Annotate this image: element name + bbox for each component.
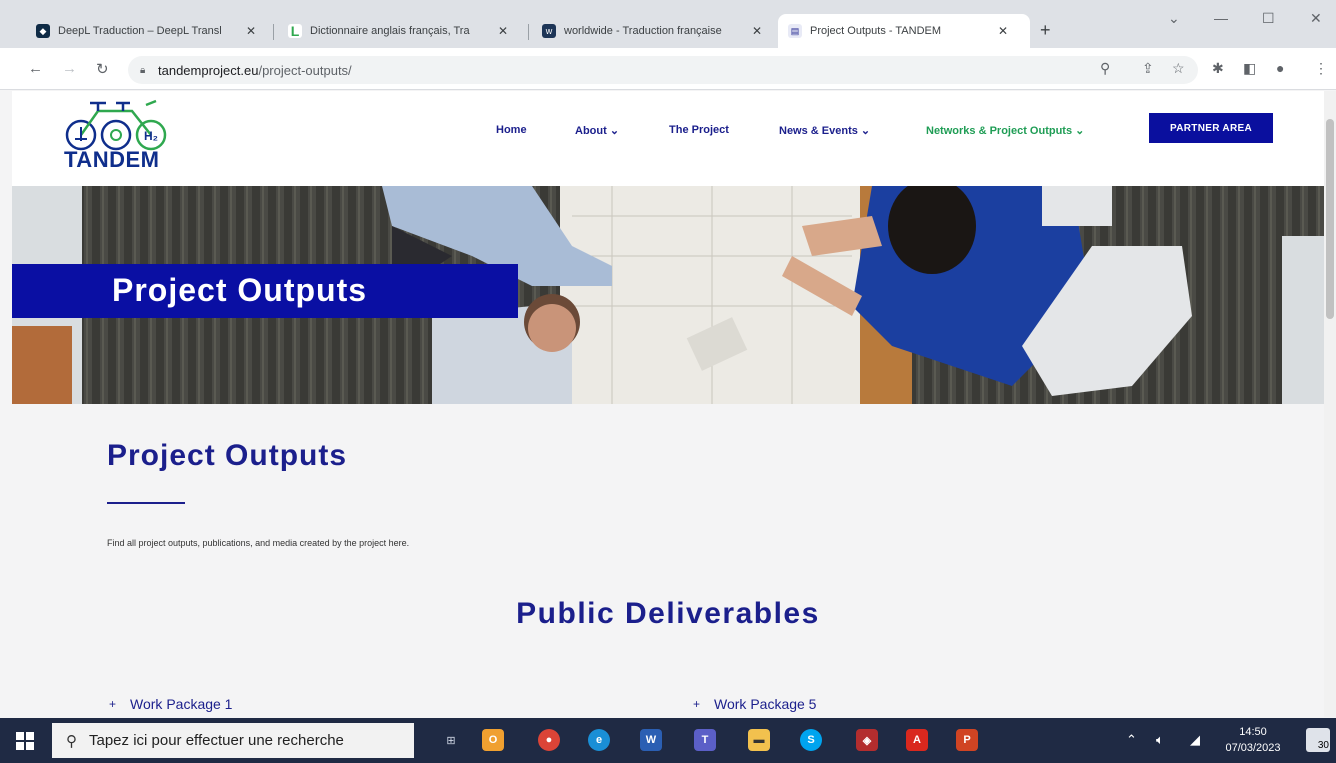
browser-toolbar: ← → ↻ 🔒︎ tandemproject.eu/project-output… [0, 48, 1336, 90]
clock-date: 07/03/2023 [1225, 742, 1281, 754]
word-app-icon[interactable]: W [640, 729, 662, 751]
notification-count: 30 [1317, 740, 1329, 751]
browser-tab-strip: ◆ DeepL Traduction – DeepL Transl ✕ L Di… [0, 0, 1336, 48]
close-icon[interactable]: ✕ [246, 24, 256, 38]
tab-title: Dictionnaire anglais français, Tra [310, 25, 470, 37]
section-title-public-deliverables: Public Deliverables [516, 597, 820, 630]
tab-title: Project Outputs - TANDEM [810, 25, 942, 37]
tab-worldwide[interactable]: w worldwide - Traduction française ✕ [532, 14, 776, 48]
hero-image: Project Outputs [12, 186, 1324, 404]
url-host: tandemproject.eu [158, 62, 259, 78]
close-icon[interactable]: ✕ [498, 24, 508, 38]
close-window-button[interactable]: ✕ [1310, 10, 1322, 27]
windows-taskbar: ⚲ Tapez ici pour effectuer une recherche… [0, 718, 1336, 763]
tab-title: DeepL Traduction – DeepL Transl [58, 25, 222, 37]
taskbar-search-box[interactable]: ⚲ Tapez ici pour effectuer une recherche [52, 723, 414, 758]
title-underline [107, 502, 185, 504]
network-icon[interactable]: ◢ [1190, 732, 1200, 748]
profile-avatar-icon[interactable]: ● [1276, 60, 1284, 76]
work-package-label: Work Package 1 [130, 696, 233, 712]
forward-arrow-icon[interactable]: → [62, 60, 77, 77]
page-title: Project Outputs [107, 439, 348, 472]
system-clock[interactable]: 14:50 07/03/2023 [1218, 724, 1288, 756]
plus-icon: + [109, 697, 117, 711]
notification-center-icon[interactable]: 30 [1306, 728, 1330, 752]
nav-home[interactable]: Home [496, 124, 527, 136]
bookmark-star-icon[interactable]: ☆ [1172, 60, 1185, 77]
partner-area-button[interactable]: PARTNER AREA [1149, 113, 1273, 143]
intro-text: Find all project outputs, publications, … [107, 538, 410, 548]
skype-app-icon[interactable]: S [800, 729, 822, 751]
wordreference-icon: w [542, 24, 556, 38]
edge-app-icon[interactable]: e [588, 729, 610, 751]
deepl-icon: ◆ [36, 24, 50, 38]
plus-icon: + [693, 697, 701, 711]
teams-app-icon[interactable]: T [694, 729, 716, 751]
clock-time: 14:50 [1239, 726, 1267, 738]
acrobat-app-icon[interactable]: A [906, 729, 928, 751]
nav-about[interactable]: About ⌄ [575, 124, 619, 137]
reload-icon[interactable]: ↻ [96, 60, 109, 78]
windows-start-icon[interactable] [16, 732, 34, 750]
back-arrow-icon[interactable]: ← [28, 60, 43, 77]
work-package-label: Work Package 5 [714, 696, 817, 712]
extensions-icon[interactable]: ✱ [1212, 60, 1224, 77]
svg-text:H₂: H₂ [144, 129, 158, 143]
close-icon[interactable]: ✕ [752, 24, 762, 38]
close-icon[interactable]: ✕ [998, 24, 1008, 38]
nav-the-project[interactable]: The Project [669, 124, 729, 136]
url-path: /project-outputs/ [258, 62, 352, 78]
scrollbar-thumb[interactable] [1326, 119, 1334, 319]
share-icon[interactable]: ⇪ [1142, 60, 1154, 77]
security-app-icon[interactable]: ◈ [856, 729, 878, 751]
lock-icon: 🔒︎ [140, 65, 146, 76]
page-scrollbar[interactable] [1324, 91, 1336, 717]
tab-project-outputs[interactable]: ▤ Project Outputs - TANDEM ✕ [778, 14, 1030, 48]
powerpoint-app-icon[interactable]: P [956, 729, 978, 751]
address-bar[interactable]: 🔒︎ tandemproject.eu/project-outputs/ [128, 56, 1198, 84]
tab-title: worldwide - Traduction française [564, 25, 722, 37]
accordion-work-package-5[interactable]: + Work Package 5 [693, 696, 816, 712]
minimize-button[interactable]: — [1214, 10, 1228, 26]
web-page: H₂ TANDEM Home About ⌄ The Project News … [12, 91, 1324, 717]
outlook-app-icon[interactable]: O [482, 729, 504, 751]
nav-news-events[interactable]: News & Events ⌄ [779, 124, 870, 137]
new-tab-button[interactable]: + [1040, 20, 1051, 41]
tab-dictionnaire[interactable]: L Dictionnaire anglais français, Tra ✕ [278, 14, 524, 48]
task-view-icon[interactable]: ⊞ [440, 729, 462, 751]
site-header: H₂ TANDEM Home About ⌄ The Project News … [12, 91, 1324, 186]
side-panel-icon[interactable]: ◧ [1243, 60, 1256, 77]
zoom-icon[interactable]: ⚲ [1100, 60, 1110, 77]
linguee-icon: L [288, 23, 302, 39]
nav-networks-project-outputs[interactable]: Networks & Project Outputs ⌄ [926, 124, 1084, 137]
tab-deepl[interactable]: ◆ DeepL Traduction – DeepL Transl ✕ [26, 14, 266, 48]
chrome-app-icon[interactable]: ● [538, 729, 560, 751]
tray-chevron-up-icon[interactable]: ⌃ [1126, 732, 1137, 748]
accordion-work-package-1[interactable]: + Work Package 1 [109, 696, 232, 712]
search-icon: ⚲ [66, 732, 77, 750]
logo-wordmark[interactable]: TANDEM [64, 147, 159, 173]
volume-icon[interactable]: 🔈︎ [1156, 732, 1164, 748]
maximize-button[interactable]: ☐ [1262, 10, 1275, 27]
tab-search-chevron-icon[interactable]: ⌄ [1168, 10, 1180, 27]
search-placeholder: Tapez ici pour effectuer une recherche [89, 732, 344, 749]
tandem-favicon-icon: ▤ [788, 24, 802, 38]
file-explorer-icon[interactable]: ▬ [748, 729, 770, 751]
menu-kebab-icon[interactable]: ⋮ [1314, 60, 1328, 77]
hero-title: Project Outputs [112, 272, 368, 308]
